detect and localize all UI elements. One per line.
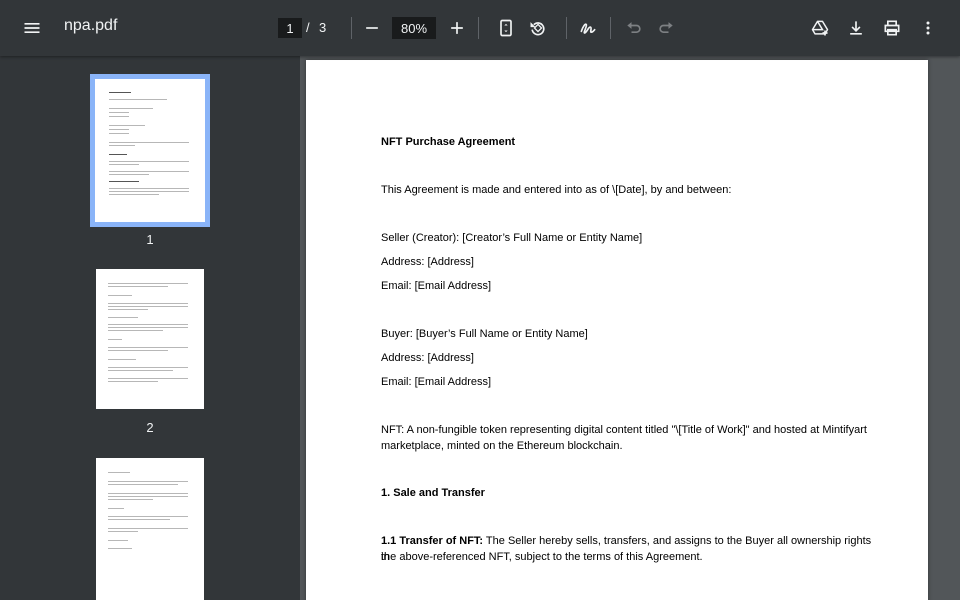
clause-1-1-heading: 1.1 Transfer of NFT: bbox=[381, 535, 484, 547]
page-separator: / bbox=[306, 20, 310, 35]
pdf-toolbar: npa.pdf 1 / 3 80% bbox=[0, 0, 960, 56]
page-number-input[interactable]: 1 bbox=[278, 18, 302, 38]
thumbnail-page-1[interactable] bbox=[90, 74, 210, 227]
seller-line: Seller (Creator): [Creator’s Full Name o… bbox=[381, 232, 643, 244]
toolbar-divider bbox=[478, 17, 479, 39]
thumbnail-label: 1 bbox=[146, 232, 154, 247]
buyer-line: Buyer: [Buyer’s Full Name or Entity Name… bbox=[381, 328, 588, 340]
print-button[interactable] bbox=[876, 12, 908, 44]
more-options-button[interactable] bbox=[912, 12, 944, 44]
seller-address: Address: [Address] bbox=[381, 256, 474, 268]
toolbar-divider bbox=[566, 17, 567, 39]
redo-icon bbox=[659, 22, 673, 33]
thumbnail-page-2[interactable] bbox=[96, 269, 204, 409]
page-total: 3 bbox=[319, 20, 327, 35]
zoom-in-button[interactable] bbox=[441, 12, 473, 44]
pdf-page: NFT Purchase Agreement This Agreement is… bbox=[306, 60, 928, 600]
thumbnail-page-3[interactable] bbox=[96, 458, 204, 600]
annotate-button[interactable] bbox=[572, 12, 604, 44]
intro-paragraph: This Agreement is made and entered into … bbox=[381, 184, 732, 196]
fit-page-icon bbox=[500, 19, 512, 37]
toolbar-divider bbox=[610, 17, 611, 39]
rotate-icon bbox=[530, 22, 545, 36]
document-title-text: NFT Purchase Agreement bbox=[381, 136, 516, 148]
draw-icon bbox=[580, 23, 596, 34]
seller-email: Email: [Email Address] bbox=[381, 280, 492, 292]
print-icon bbox=[884, 20, 900, 36]
download-button[interactable] bbox=[840, 12, 872, 44]
buyer-email: Email: [Email Address] bbox=[381, 376, 492, 388]
plus-icon bbox=[451, 22, 463, 34]
save-to-drive-button[interactable] bbox=[804, 12, 836, 44]
menu-icon[interactable] bbox=[16, 12, 48, 44]
buyer-address: Address: [Address] bbox=[381, 352, 474, 364]
fit-page-button[interactable] bbox=[490, 12, 522, 44]
document-viewer[interactable]: NFT Purchase Agreement This Agreement is… bbox=[300, 56, 960, 600]
clause-1-1-line-2: the above-referenced NFT, subject to the… bbox=[381, 551, 703, 563]
undo-icon bbox=[627, 22, 641, 33]
zoom-out-button[interactable] bbox=[356, 12, 388, 44]
toolbar-divider bbox=[351, 17, 352, 39]
thumbnail-label: 2 bbox=[146, 420, 154, 435]
redo-button[interactable] bbox=[650, 12, 682, 44]
more-vert-icon bbox=[926, 21, 930, 35]
nft-description-line-1: NFT: A non-fungible token representing d… bbox=[381, 424, 867, 436]
section-heading-1: 1. Sale and Transfer bbox=[381, 487, 485, 499]
zoom-input[interactable]: 80% bbox=[392, 17, 436, 39]
drive-icon bbox=[811, 20, 829, 36]
nft-description-line-2: marketplace, minted on the Ethereum bloc… bbox=[381, 440, 623, 452]
undo-button[interactable] bbox=[618, 12, 650, 44]
minus-icon bbox=[366, 27, 378, 29]
rotate-button[interactable] bbox=[522, 12, 554, 44]
thumbnail-sidebar: 1 2 bbox=[0, 56, 300, 600]
download-icon bbox=[850, 21, 862, 35]
document-title: npa.pdf bbox=[64, 17, 118, 34]
